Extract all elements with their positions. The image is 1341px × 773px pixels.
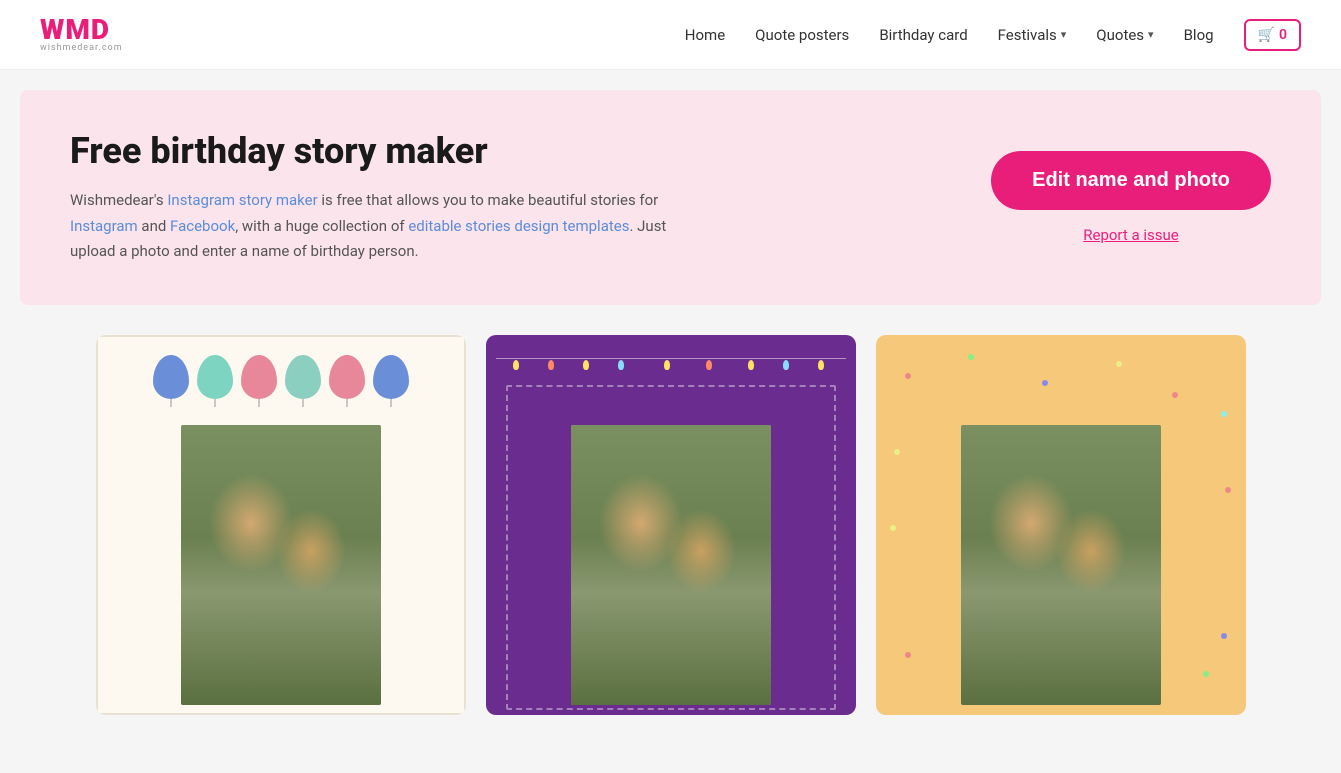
light-3	[583, 360, 589, 370]
report-issue-link[interactable]: Report a issue	[1083, 226, 1179, 244]
card-3-photo-face	[961, 425, 1161, 705]
cart-button[interactable]: 🛒 0	[1244, 19, 1301, 51]
main-nav: Home Quote posters Birthday card Festiva…	[685, 19, 1301, 51]
balloon-blue	[153, 355, 189, 399]
logo-wmd-text: WMD	[40, 16, 123, 44]
logo-sub-text: wishmedear.com	[40, 44, 123, 53]
balloon-mint	[285, 355, 321, 399]
template-card-3[interactable]	[876, 335, 1246, 715]
card-1-container	[96, 335, 466, 715]
card-3-photo	[961, 425, 1161, 705]
nav-quote-posters[interactable]: Quote posters	[755, 26, 849, 44]
light-7	[748, 360, 754, 370]
string-lights-decoration	[496, 350, 846, 380]
confetti-2	[968, 354, 974, 360]
balloon-teal	[197, 355, 233, 399]
cart-count: 0	[1279, 27, 1287, 43]
hero-description: Wishmedear's Instagram story maker is fr…	[70, 188, 670, 265]
cart-icon: 🛒	[1258, 27, 1275, 43]
nav-quotes[interactable]: Quotes ▾	[1096, 26, 1153, 44]
confetti-5	[1172, 392, 1178, 398]
site-header: WMD wishmedear.com Home Quote posters Bi…	[0, 0, 1341, 70]
confetti-1	[905, 373, 911, 379]
card-2-photo	[571, 425, 771, 705]
festivals-chevron-icon: ▾	[1061, 28, 1067, 41]
balloon-rose	[329, 355, 365, 399]
string-line	[496, 358, 846, 359]
light-2	[548, 360, 554, 370]
hero-text-block: Free birthday story maker Wishmedear's I…	[70, 130, 670, 265]
quotes-chevron-icon: ▾	[1148, 28, 1154, 41]
balloon-periwinkle	[373, 355, 409, 399]
template-card-2[interactable]	[486, 335, 856, 715]
card-1-photo-inner	[181, 425, 381, 705]
nav-home[interactable]: Home	[685, 26, 725, 44]
card-3-container	[876, 335, 1246, 715]
card-2-container	[486, 335, 856, 715]
template-card-1[interactable]	[96, 335, 466, 715]
template-cards-section	[0, 325, 1341, 735]
nav-birthday-card[interactable]: Birthday card	[879, 26, 967, 44]
confetti-10	[1221, 633, 1227, 639]
light-5	[664, 360, 670, 370]
balloons-decoration	[153, 355, 409, 399]
hero-actions: Edit name and photo Report a issue	[991, 151, 1271, 244]
balloon-pink	[241, 355, 277, 399]
card-2-photo-face	[571, 425, 771, 705]
hero-banner: Free birthday story maker Wishmedear's I…	[20, 90, 1321, 305]
card-3-photo-inner	[961, 425, 1161, 705]
edit-name-photo-button[interactable]: Edit name and photo	[991, 151, 1271, 210]
light-9	[818, 360, 824, 370]
light-4	[618, 360, 624, 370]
confetti-8	[905, 652, 911, 658]
nav-blog[interactable]: Blog	[1184, 26, 1214, 44]
confetti-12	[890, 525, 896, 531]
nav-festivals[interactable]: Festivals ▾	[998, 26, 1067, 44]
confetti-11	[1225, 487, 1231, 493]
light-1	[513, 360, 519, 370]
card-1-photo-face	[181, 425, 381, 705]
card-1-photo	[181, 425, 381, 705]
light-6	[706, 360, 712, 370]
hero-title: Free birthday story maker	[70, 130, 670, 172]
confetti-7	[894, 449, 900, 455]
confetti-6	[1221, 411, 1227, 417]
site-logo[interactable]: WMD wishmedear.com	[40, 16, 123, 53]
card-2-photo-inner	[571, 425, 771, 705]
light-8	[783, 360, 789, 370]
confetti-9	[1203, 671, 1209, 677]
